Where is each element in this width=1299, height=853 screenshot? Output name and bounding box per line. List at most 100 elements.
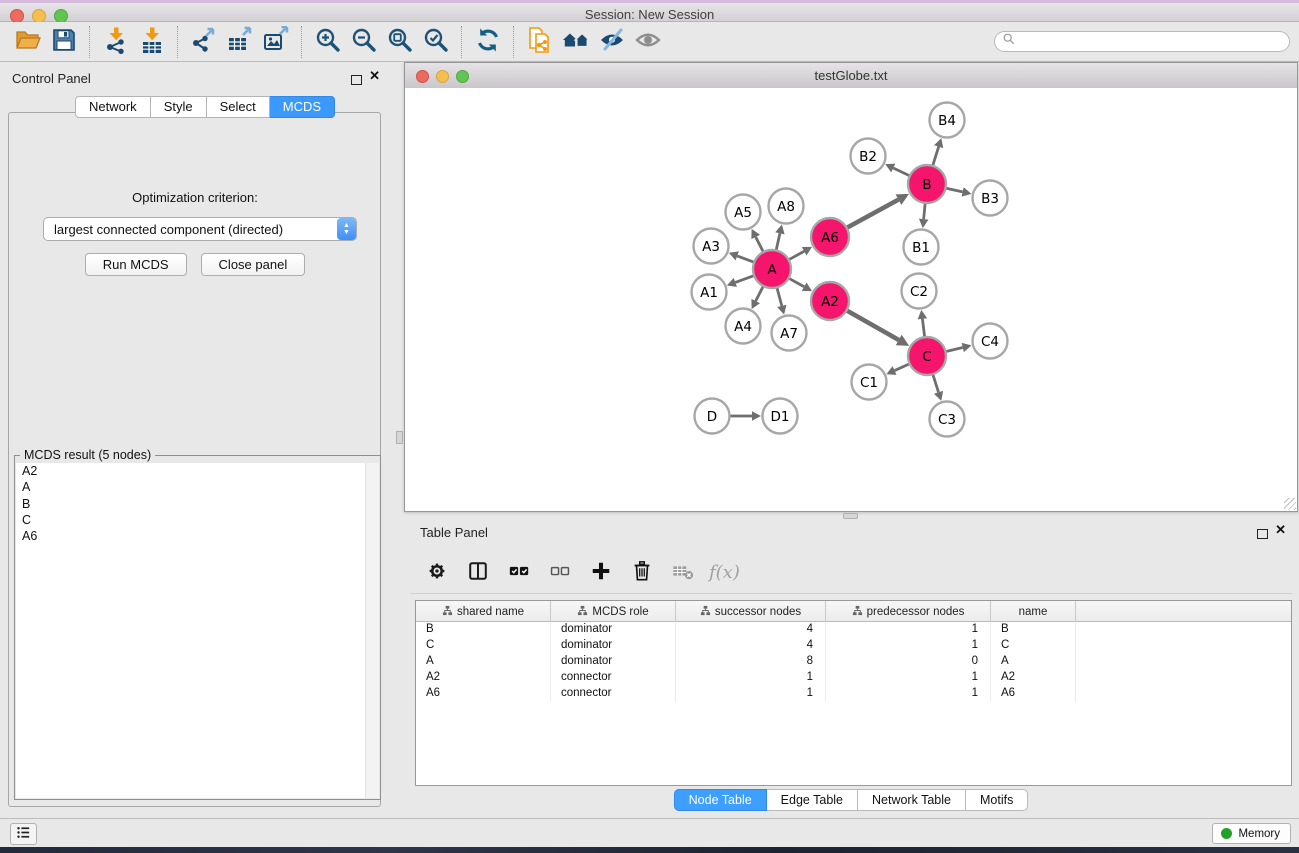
eye-button[interactable] <box>630 25 666 59</box>
node-A3[interactable]: A3 <box>694 229 729 264</box>
table-cell[interactable]: 4 <box>676 622 826 638</box>
node-A4[interactable]: A4 <box>726 309 761 344</box>
tab-select[interactable]: Select <box>207 96 270 118</box>
export-network-button[interactable] <box>186 25 222 59</box>
column-header-shared-name[interactable]: shared name <box>416 601 551 622</box>
table-cell[interactable]: dominator <box>551 654 676 670</box>
mcds-result-item[interactable]: A <box>16 479 379 495</box>
document-network-button[interactable] <box>522 25 558 59</box>
open-folder-button[interactable] <box>10 25 46 59</box>
edge-B-B2[interactable] <box>893 168 910 176</box>
edge-A-A7[interactable] <box>777 287 782 306</box>
edge-B-B4[interactable] <box>933 147 939 166</box>
export-image-button[interactable] <box>258 25 294 59</box>
splitter-grip-left[interactable] <box>396 431 403 444</box>
tab-node-table[interactable]: Node Table <box>674 789 767 811</box>
mcds-list-scrollbar[interactable] <box>365 463 379 798</box>
table-cell[interactable]: 1 <box>826 670 991 686</box>
float-panel-icon[interactable] <box>351 72 362 90</box>
houses-button[interactable] <box>558 25 594 59</box>
import-network-button[interactable] <box>98 25 134 59</box>
edge-C-C2[interactable] <box>922 319 924 337</box>
table-cell[interactable]: dominator <box>551 638 676 654</box>
table-cell[interactable]: A6 <box>991 686 1076 702</box>
window-resize-grip[interactable] <box>1284 498 1296 510</box>
delete-table-button[interactable] <box>670 559 696 585</box>
table-cell[interactable]: A2 <box>991 670 1076 686</box>
close-panel-icon[interactable]: ✕ <box>369 71 380 81</box>
search-box[interactable] <box>994 31 1290 52</box>
tab-edge-table[interactable]: Edge Table <box>767 789 858 811</box>
tab-style[interactable]: Style <box>151 96 207 118</box>
edge-A-A6[interactable] <box>789 251 805 260</box>
node-A[interactable]: A <box>753 250 791 288</box>
column-header-predecessor-nodes[interactable]: predecessor nodes <box>826 601 991 622</box>
table-float-panel-icon[interactable] <box>1257 526 1268 544</box>
save-button[interactable] <box>46 25 82 59</box>
table-cell[interactable]: dominator <box>551 622 676 638</box>
table-cell[interactable]: 1 <box>826 622 991 638</box>
network-window-titlebar[interactable]: testGlobe.txt <box>405 63 1297 89</box>
table-cell[interactable]: 1 <box>676 670 826 686</box>
table-cell[interactable]: connector <box>551 686 676 702</box>
edge-A-A4[interactable] <box>756 286 764 301</box>
column-header-successor-nodes[interactable]: successor nodes <box>676 601 826 622</box>
mcds-result-item[interactable]: C <box>16 512 379 528</box>
panel-columns-button[interactable] <box>465 559 491 585</box>
table-cell[interactable]: 4 <box>676 638 826 654</box>
close-panel-button[interactable]: Close panel <box>201 253 306 276</box>
node-D[interactable]: D <box>695 399 730 434</box>
table-cell[interactable]: 8 <box>676 654 826 670</box>
tab-motifs[interactable]: Motifs <box>966 789 1028 811</box>
table-row[interactable]: Bdominator41B <box>416 622 1291 638</box>
node-A2[interactable]: A2 <box>811 282 849 320</box>
table-cell[interactable]: B <box>416 622 551 638</box>
table-cell[interactable]: A <box>416 654 551 670</box>
edge-C-C4[interactable] <box>945 347 962 351</box>
edge-C-C3[interactable] <box>933 374 939 392</box>
table-cell[interactable]: A <box>991 654 1076 670</box>
table-cell[interactable]: 1 <box>826 686 991 702</box>
panel-menu-button[interactable] <box>10 823 37 845</box>
node-A8[interactable]: A8 <box>769 189 804 224</box>
table-row[interactable]: Cdominator41C <box>416 638 1291 654</box>
node-C1[interactable]: C1 <box>852 365 887 400</box>
column-header-name[interactable]: name <box>991 601 1076 622</box>
table-close-panel-icon[interactable]: ✕ <box>1275 525 1286 535</box>
add-plus-button[interactable] <box>588 559 614 585</box>
table-cell[interactable]: 1 <box>676 686 826 702</box>
node-B4[interactable]: B4 <box>930 103 965 138</box>
tab-network-table[interactable]: Network Table <box>858 789 966 811</box>
export-table-button[interactable] <box>222 25 258 59</box>
mcds-result-item[interactable]: A2 <box>16 463 379 479</box>
zoom-check-button[interactable] <box>418 25 454 59</box>
node-D1[interactable]: D1 <box>763 399 798 434</box>
import-table-button[interactable] <box>134 25 170 59</box>
mcds-result-item[interactable]: A6 <box>16 528 379 544</box>
zoom-fit-button[interactable] <box>382 25 418 59</box>
zoom-in-button[interactable] <box>310 25 346 59</box>
node-C[interactable]: C <box>908 337 946 375</box>
table-cell[interactable]: A2 <box>416 670 551 686</box>
search-input[interactable] <box>1016 34 1289 50</box>
table-cell[interactable]: C <box>416 638 551 654</box>
memory-button[interactable]: Memory <box>1212 823 1291 844</box>
table-cell[interactable]: C <box>991 638 1076 654</box>
table-cell[interactable]: 0 <box>826 654 991 670</box>
edge-A-A3[interactable] <box>737 256 754 262</box>
edge-B-B3[interactable] <box>946 188 963 192</box>
mcds-result-item[interactable]: B <box>16 496 379 512</box>
table-row[interactable]: A6connector11A6 <box>416 686 1291 702</box>
run-mcds-button[interactable]: Run MCDS <box>85 253 187 276</box>
edge-B-B1[interactable] <box>924 203 926 219</box>
select-all-button[interactable] <box>506 559 532 585</box>
edge-A-A8[interactable] <box>776 233 780 250</box>
node-A6[interactable]: A6 <box>811 218 849 256</box>
table-cell[interactable]: B <box>991 622 1076 638</box>
table-cell[interactable]: A6 <box>416 686 551 702</box>
node-B[interactable]: B <box>908 165 946 203</box>
gear-button[interactable] <box>424 559 450 585</box>
node-C3[interactable]: C3 <box>930 402 965 437</box>
column-header-MCDS-role[interactable]: MCDS role <box>551 601 676 622</box>
node-B2[interactable]: B2 <box>851 139 886 174</box>
